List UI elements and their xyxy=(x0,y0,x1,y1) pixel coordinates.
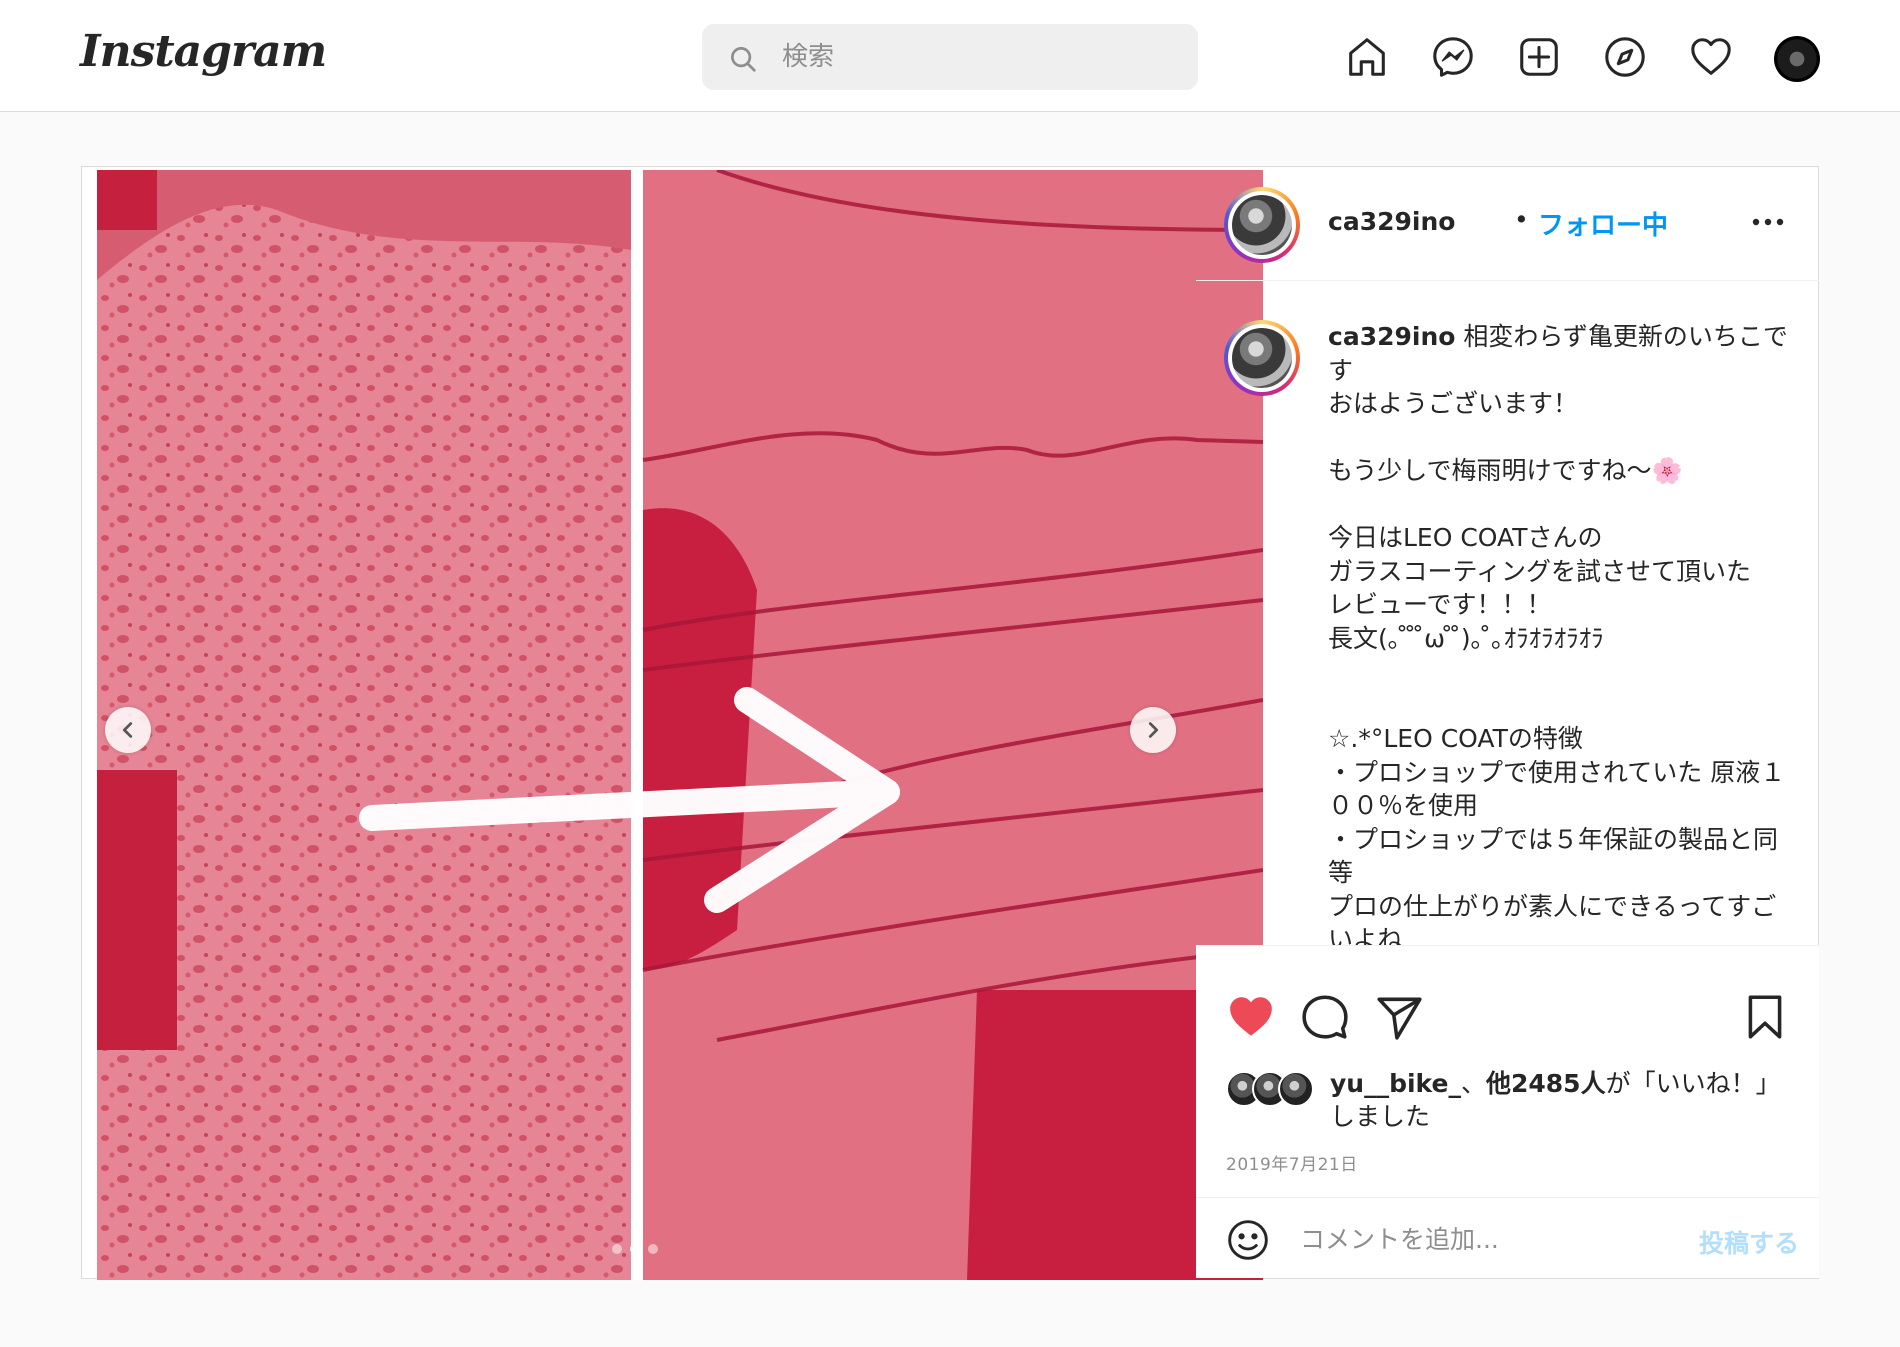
share-button[interactable] xyxy=(1374,992,1424,1042)
new-post-button[interactable] xyxy=(1512,30,1566,84)
caption-author-avatar[interactable] xyxy=(1224,320,1300,396)
chevron-left-icon xyxy=(122,722,133,738)
search-input[interactable] xyxy=(782,34,1172,80)
carousel-indicator xyxy=(612,1244,666,1254)
post-media-carousel[interactable] xyxy=(97,170,1263,1280)
heart-filled-icon xyxy=(1230,997,1272,1036)
caption-text: 相変わらず亀更新のいちこです おはようございます！ もう少しで梅雨明けですね〜🌸… xyxy=(1328,322,1788,954)
author-avatar[interactable] xyxy=(1224,187,1300,263)
likes-text: yu__bike_、他2485人が「いいね！」しました xyxy=(1330,1069,1781,1131)
comment-button[interactable] xyxy=(1300,992,1350,1042)
search-box[interactable] xyxy=(702,24,1198,90)
post-photo xyxy=(97,170,1263,1280)
liked-by-username[interactable]: yu__bike_ xyxy=(1330,1069,1461,1098)
nav-icons xyxy=(1340,30,1856,84)
comment-bar: 投稿する xyxy=(1196,1197,1819,1279)
instagram-logo[interactable]: Instagram xyxy=(80,26,327,77)
home-icon xyxy=(1349,38,1385,76)
profile-button[interactable] xyxy=(1770,30,1824,84)
comment-icon xyxy=(1302,995,1348,1039)
comment-input[interactable] xyxy=(1300,1214,1680,1264)
likes-summary: yu__bike_、他2485人が「いいね！」しました xyxy=(1226,1061,1806,1141)
post-actions: yu__bike_、他2485人が「いいね！」しました 2019年7月21日 投… xyxy=(1196,945,1819,1278)
messenger-icon xyxy=(1433,37,1473,77)
bookmark-icon xyxy=(1748,995,1782,1039)
save-button[interactable] xyxy=(1740,992,1790,1042)
liker-avatar[interactable] xyxy=(1278,1071,1314,1107)
author-username[interactable]: ca329ino xyxy=(1328,207,1455,236)
profile-avatar xyxy=(1774,36,1820,82)
activity-heart-icon xyxy=(1691,38,1731,75)
carousel-dot-active xyxy=(630,1244,640,1254)
home-button[interactable] xyxy=(1340,30,1394,84)
chevron-right-icon xyxy=(1148,722,1159,738)
post-date[interactable]: 2019年7月21日 xyxy=(1226,1150,1358,1175)
explore-icon xyxy=(1605,37,1645,77)
post-comment-button[interactable]: 投稿する xyxy=(1699,1224,1799,1260)
separator-dot: • xyxy=(1514,205,1529,234)
like-button[interactable] xyxy=(1226,992,1276,1042)
new-post-icon xyxy=(1520,38,1558,76)
liked-by-others-link[interactable]: 他2485人 xyxy=(1486,1069,1606,1098)
search-icon xyxy=(731,47,756,72)
activity-button[interactable] xyxy=(1684,30,1738,84)
more-options-icon[interactable] xyxy=(1748,207,1788,237)
explore-button[interactable] xyxy=(1598,30,1652,84)
carousel-dot xyxy=(648,1244,658,1254)
post-header: ca329ino • フォロー中 xyxy=(1196,167,1819,281)
post-side-panel: ca329ino • フォロー中 ca329ino 相変わらず亀更新のいちこです… xyxy=(1196,167,1819,1278)
top-navigation-bar: Instagram xyxy=(0,0,1900,112)
caption-username[interactable]: ca329ino xyxy=(1328,322,1455,351)
carousel-next-button[interactable] xyxy=(1130,707,1176,753)
emoji-icon[interactable] xyxy=(1226,1218,1270,1262)
carousel-prev-button[interactable] xyxy=(105,707,151,753)
send-icon xyxy=(1377,997,1422,1040)
messenger-button[interactable] xyxy=(1426,30,1480,84)
following-button[interactable]: フォロー中 xyxy=(1538,205,1668,242)
carousel-dot xyxy=(612,1244,622,1254)
post-card: ca329ino • フォロー中 ca329ino 相変わらず亀更新のいちこです… xyxy=(81,166,1819,1280)
